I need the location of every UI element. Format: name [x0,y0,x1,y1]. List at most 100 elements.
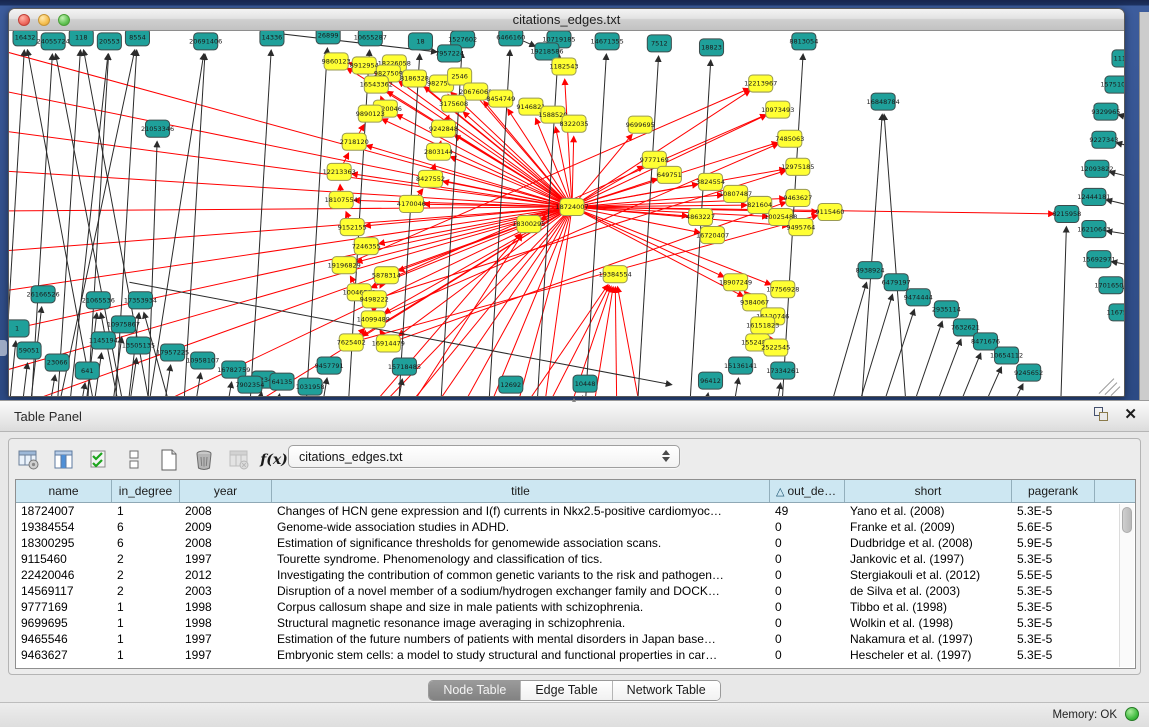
column-header-short[interactable]: short [845,480,1012,502]
network-edge[interactable] [562,54,606,397]
network-node[interactable]: 3824554 [696,173,725,190]
network-node[interactable]: 9777169 [640,151,669,168]
network-edge[interactable] [382,119,564,203]
network-node[interactable]: 8322035 [560,115,589,132]
network-node[interactable]: 20553 [97,33,121,50]
network-node[interactable]: 59051 [17,342,41,359]
memory-status-light[interactable] [1125,707,1139,721]
network-node[interactable]: 96412 [698,372,722,389]
network-edge[interactable] [800,283,867,397]
network-node[interactable]: 8215958 [1052,205,1081,222]
network-edge[interactable] [9,207,563,212]
network-node[interactable]: 9457791 [315,357,344,374]
network-node[interactable]: 15136141 [724,357,757,374]
network-node[interactable]: 11173 [1112,50,1124,67]
network-node[interactable]: 1 [9,320,29,337]
network-node[interactable]: 16210643 [1077,221,1110,238]
network-edge[interactable] [397,202,786,340]
network-node[interactable]: 18823 [699,39,723,56]
scrollbar-thumb[interactable] [1122,507,1132,533]
network-node[interactable]: 9329965 [1091,103,1120,120]
network-node[interactable]: 18907249 [719,274,752,291]
network-node[interactable]: 1167533 [1106,304,1124,321]
column-header-out_degree[interactable]: △out_de… [770,480,845,502]
network-window-titlebar[interactable]: citations_edges.txt [9,9,1124,31]
network-node[interactable]: 10655287 [354,31,387,46]
network-node[interactable]: 1031958 [296,378,325,395]
network-node[interactable]: 18724007 [555,198,588,215]
network-node[interactable]: 10654112 [990,347,1023,364]
network-node[interactable]: 14671355 [591,33,624,50]
network-node[interactable]: 7246355 [352,238,381,255]
network-node[interactable]: 15692971 [1082,251,1115,268]
network-node[interactable]: 10975867 [107,316,140,333]
network-node[interactable]: 9463627 [783,189,812,206]
network-edge[interactable] [9,31,563,205]
network-node[interactable]: 20691406 [189,33,222,50]
table-row[interactable]: 977716911998Corpus callosum shape and si… [16,599,1135,615]
network-node[interactable]: 23066 [45,354,69,371]
network-edge[interactable] [451,157,564,204]
network-node[interactable]: 16720407 [696,227,729,244]
network-canvas-svg[interactable]: 1643224055724118205538554206914061433626… [9,31,1124,397]
network-node[interactable]: 26166526 [27,286,60,303]
table-selector-dropdown[interactable]: citations_edges.txt [288,445,680,468]
network-node[interactable]: 18 [408,33,432,50]
network-node[interactable]: 1182543 [549,58,578,75]
network-node[interactable]: 2935114 [932,301,961,318]
network-node[interactable]: 8427552 [416,170,445,187]
network-node[interactable]: 9152155 [338,219,367,236]
network-node[interactable]: 3175608 [439,95,468,112]
network-node[interactable]: 9495764 [786,219,815,236]
network-edge[interactable] [209,382,232,397]
network-edge[interactable] [1117,143,1124,162]
network-node[interactable]: 12093822 [1080,160,1113,177]
table-row[interactable]: 1456911722003Disruption of a novel membe… [16,583,1135,599]
network-edge[interactable] [915,354,980,397]
network-node[interactable]: 4863227 [686,208,715,225]
network-node[interactable]: 9474444 [904,289,933,306]
table-scrollbar[interactable] [1119,504,1134,667]
formula-icon[interactable]: f(x) [262,448,286,472]
network-node[interactable]: 19218586 [530,43,563,60]
network-edge[interactable] [758,383,781,397]
network-node[interactable]: 16151823 [746,317,779,334]
column-header-name[interactable]: name [16,480,112,502]
panel-collapse-handle[interactable] [0,340,7,356]
network-node[interactable]: 8186328 [400,70,429,87]
network-node[interactable]: 16914479 [372,335,405,352]
network-edge[interactable] [343,153,348,163]
network-node[interactable]: 118 [69,31,93,46]
network-edge[interactable] [32,375,55,397]
network-node[interactable]: 7957224 [435,45,464,62]
network-node[interactable]: 7902354 [235,376,264,393]
new-table-icon[interactable] [157,448,181,472]
column-header-year[interactable]: year [180,480,272,502]
network-node[interactable]: 12692 [499,376,523,393]
network-node[interactable]: 12213967 [744,75,777,92]
network-node[interactable]: 17016504 [1094,277,1124,294]
network-node[interactable]: 649751 [657,166,682,183]
network-node[interactable]: 5878314 [372,267,401,284]
column-header-pagerank[interactable]: pagerank [1012,480,1095,502]
delete-table-icon[interactable] [192,448,216,472]
network-node[interactable]: 17756928 [766,281,799,298]
network-node[interactable]: 19384554 [599,266,632,283]
network-node[interactable]: 15718485 [388,358,421,375]
network-node[interactable]: 10958107 [186,352,219,369]
network-node[interactable]: 12975185 [781,158,814,175]
network-edge[interactable] [227,50,271,397]
table-row[interactable]: 946554611997Estimation of the future num… [16,631,1135,647]
network-node[interactable]: 6479197 [882,274,911,291]
network-node[interactable]: 19196829 [328,257,361,274]
network-edge[interactable] [1112,262,1124,278]
network-node[interactable]: 9860123 [322,53,351,70]
table-import-check-icon[interactable] [87,448,111,472]
network-node[interactable]: 21053346 [141,120,174,137]
network-node[interactable]: 16848784 [867,93,900,110]
table-row[interactable]: 911546021997Tourette syndrome. Phenomeno… [16,551,1135,567]
table-columns-icon[interactable] [52,448,76,472]
column-header-in_degree[interactable]: in_degree [112,480,180,502]
table-settings-icon[interactable] [17,448,41,472]
network-node[interactable]: 9498222 [360,291,389,308]
